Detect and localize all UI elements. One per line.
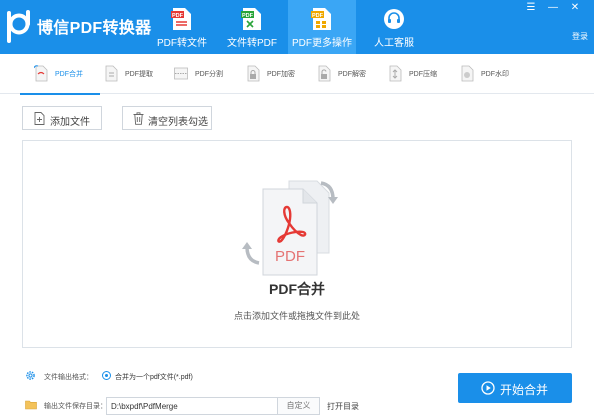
subtab-label: PDF合并 — [55, 71, 83, 78]
svg-text:PDF: PDF — [312, 13, 324, 19]
trash-icon — [133, 112, 144, 125]
merge-format-option-label[interactable]: 合并为一个pdf文件(*.pdf) — [115, 372, 193, 382]
subtab-label: PDF提取 — [125, 71, 153, 78]
merge-format-radio[interactable] — [102, 371, 111, 380]
add-file-button[interactable]: 添加文件 — [22, 106, 102, 130]
tab-label: 人工客服 — [374, 38, 414, 49]
save-dir-label: 输出文件保存目录： — [44, 403, 107, 410]
pdf-merge-illustration-icon: PDF — [242, 180, 338, 276]
active-indicator — [20, 93, 100, 95]
drop-zone-title: PDF合并 — [269, 281, 325, 297]
pdf-merge-icon — [34, 65, 48, 82]
tab-label: PDF更多操作 — [292, 38, 352, 49]
play-circle-icon — [481, 381, 495, 395]
subtab-label: PDF加密 — [267, 71, 295, 78]
minimize-icon[interactable]: — — [546, 2, 560, 14]
folder-icon — [25, 400, 37, 410]
svg-text:PDF: PDF — [172, 13, 184, 19]
menu-icon[interactable]: ☰ — [524, 2, 538, 14]
close-icon[interactable]: ✕ — [568, 2, 582, 14]
svg-text:PDF: PDF — [275, 248, 305, 265]
tab-file-to-pdf[interactable]: PDF 文件转PDF — [218, 0, 286, 54]
app-title: 博信PDF转换器 — [37, 20, 152, 37]
pdf-extract-icon — [105, 65, 118, 82]
file-drop-zone[interactable]: PDF PDF合并 点击添加文件或拖拽文件到此处 — [22, 140, 572, 348]
subtab-label: PDF分割 — [195, 71, 223, 78]
drop-zone-hint: 点击添加文件或拖拽文件到此处 — [233, 311, 360, 321]
tab-label: PDF转文件 — [157, 38, 207, 49]
subtab-label: PDF解密 — [338, 71, 366, 78]
start-merge-button[interactable]: 开始合并 — [458, 373, 572, 403]
add-file-label: 添加文件 — [50, 117, 90, 128]
headset-icon — [384, 9, 404, 29]
open-dir-link[interactable]: 打开目录 — [327, 401, 359, 412]
output-format-label: 文件输出格式： — [44, 374, 93, 381]
pdf-more-icon: PDF — [311, 8, 331, 30]
custom-dir-button[interactable]: 自定义 — [278, 397, 320, 415]
start-merge-label: 开始合并 — [500, 383, 549, 397]
pdf-split-icon — [174, 67, 188, 80]
svg-text:PDF: PDF — [242, 13, 254, 19]
tab-customer-service[interactable]: 人工客服 — [360, 0, 428, 54]
save-dir-input[interactable] — [106, 397, 278, 415]
login-link[interactable]: 登录 — [572, 31, 588, 42]
sub-tab-bar: PDF合并 PDF提取 PDF分割 PDF加密 PDF解密 PDF压缩 PDF水… — [0, 54, 594, 95]
subtab-label: PDF水印 — [481, 71, 509, 78]
settings-gear-icon — [26, 371, 35, 380]
add-file-icon — [34, 112, 45, 125]
pdf-compress-icon — [389, 65, 402, 82]
tab-pdf-more[interactable]: PDF PDF更多操作 — [288, 0, 356, 54]
pdf-encrypt-icon — [247, 65, 260, 82]
tab-pdf-to-file[interactable]: PDF PDF转文件 — [148, 0, 216, 54]
pdf-watermark-icon — [461, 65, 474, 82]
file-to-pdf-icon: PDF — [241, 8, 261, 30]
subtab-label: PDF压缩 — [409, 71, 437, 78]
pdf-to-file-icon: PDF — [171, 8, 191, 30]
clear-list-button[interactable]: 清空列表勾选 — [122, 106, 212, 130]
pdf-decrypt-icon — [318, 65, 331, 82]
app-logo-icon — [7, 10, 30, 43]
clear-list-label: 清空列表勾选 — [148, 117, 208, 128]
tab-label: 文件转PDF — [227, 38, 277, 49]
title-bar: 博信PDF转换器 PDF PDF转文件 PDF 文件转PDF PDF PDF更多… — [0, 0, 594, 54]
